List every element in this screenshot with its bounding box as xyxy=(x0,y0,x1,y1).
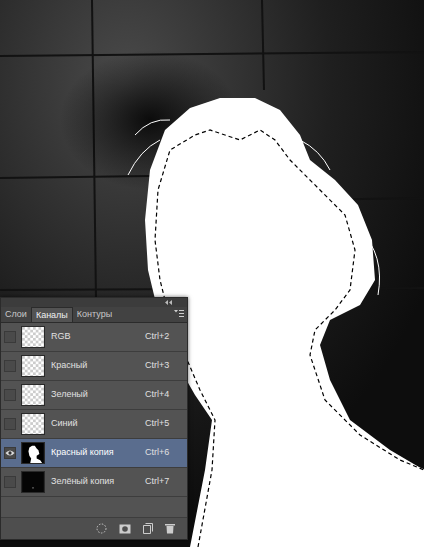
collapse-icon[interactable] xyxy=(165,300,173,305)
save-selection-icon[interactable] xyxy=(119,524,131,534)
channel-thumbnail-icon xyxy=(21,384,45,406)
visibility-toggle[interactable] xyxy=(4,331,16,343)
channel-name: Синий xyxy=(51,417,145,431)
channel-shortcut: Ctrl+4 xyxy=(145,388,187,402)
channel-row[interactable]: Зелёный копияCtrl+7 xyxy=(1,468,187,497)
channel-row[interactable]: RGBCtrl+2 xyxy=(1,323,187,352)
channel-thumbnail-icon xyxy=(21,413,45,435)
visibility-toggle[interactable] xyxy=(4,447,16,459)
visibility-toggle[interactable] xyxy=(4,476,16,488)
new-channel-icon[interactable] xyxy=(143,523,153,534)
load-selection-icon[interactable] xyxy=(96,523,107,534)
channel-shortcut: Ctrl+6 xyxy=(145,446,187,460)
channel-row[interactable]: СинийCtrl+5 xyxy=(1,410,187,439)
channel-thumbnail-icon xyxy=(21,355,45,377)
panel-tabs: СлоиКаналыКонтуры xyxy=(1,307,187,323)
channel-name: Красный xyxy=(51,359,145,373)
channel-thumbnail-icon xyxy=(21,326,45,348)
channel-shortcut: Ctrl+3 xyxy=(145,359,187,373)
channel-name: RGB xyxy=(51,330,145,344)
panel-menu-icon[interactable] xyxy=(174,310,184,318)
panel-tab[interactable]: Каналы xyxy=(31,307,73,322)
channel-row[interactable]: КрасныйCtrl+3 xyxy=(1,352,187,381)
channel-thumbnail-icon xyxy=(21,442,45,464)
channel-name: Зелёный копия xyxy=(51,475,145,489)
visibility-toggle[interactable] xyxy=(4,418,16,430)
channel-row[interactable]: ЗеленыйCtrl+4 xyxy=(1,381,187,410)
channel-shortcut: Ctrl+5 xyxy=(145,417,187,431)
channel-list: RGBCtrl+2КрасныйCtrl+3ЗеленыйCtrl+4Синий… xyxy=(1,323,187,497)
channel-row[interactable]: Красный копияCtrl+6 xyxy=(1,439,187,468)
channel-thumbnail-icon xyxy=(21,471,45,493)
channel-name: Красный копия xyxy=(51,446,145,460)
photoshop-window: СлоиКаналыКонтурыRGBCtrl+2КрасныйCtrl+3З… xyxy=(0,0,424,547)
panel-tab[interactable]: Контуры xyxy=(73,307,116,322)
trash-icon[interactable] xyxy=(165,523,175,534)
channels-panel[interactable]: СлоиКаналыКонтурыRGBCtrl+2КрасныйCtrl+3З… xyxy=(0,297,188,540)
visibility-toggle[interactable] xyxy=(4,360,16,372)
channel-shortcut: Ctrl+2 xyxy=(145,330,187,344)
eye-icon xyxy=(5,449,15,457)
channel-shortcut: Ctrl+7 xyxy=(145,475,187,489)
visibility-toggle[interactable] xyxy=(4,389,16,401)
panel-title-bar[interactable] xyxy=(1,298,187,307)
channel-name: Зеленый xyxy=(51,388,145,402)
panel-toolbar xyxy=(1,517,187,539)
panel-tab[interactable]: Слои xyxy=(1,307,31,322)
